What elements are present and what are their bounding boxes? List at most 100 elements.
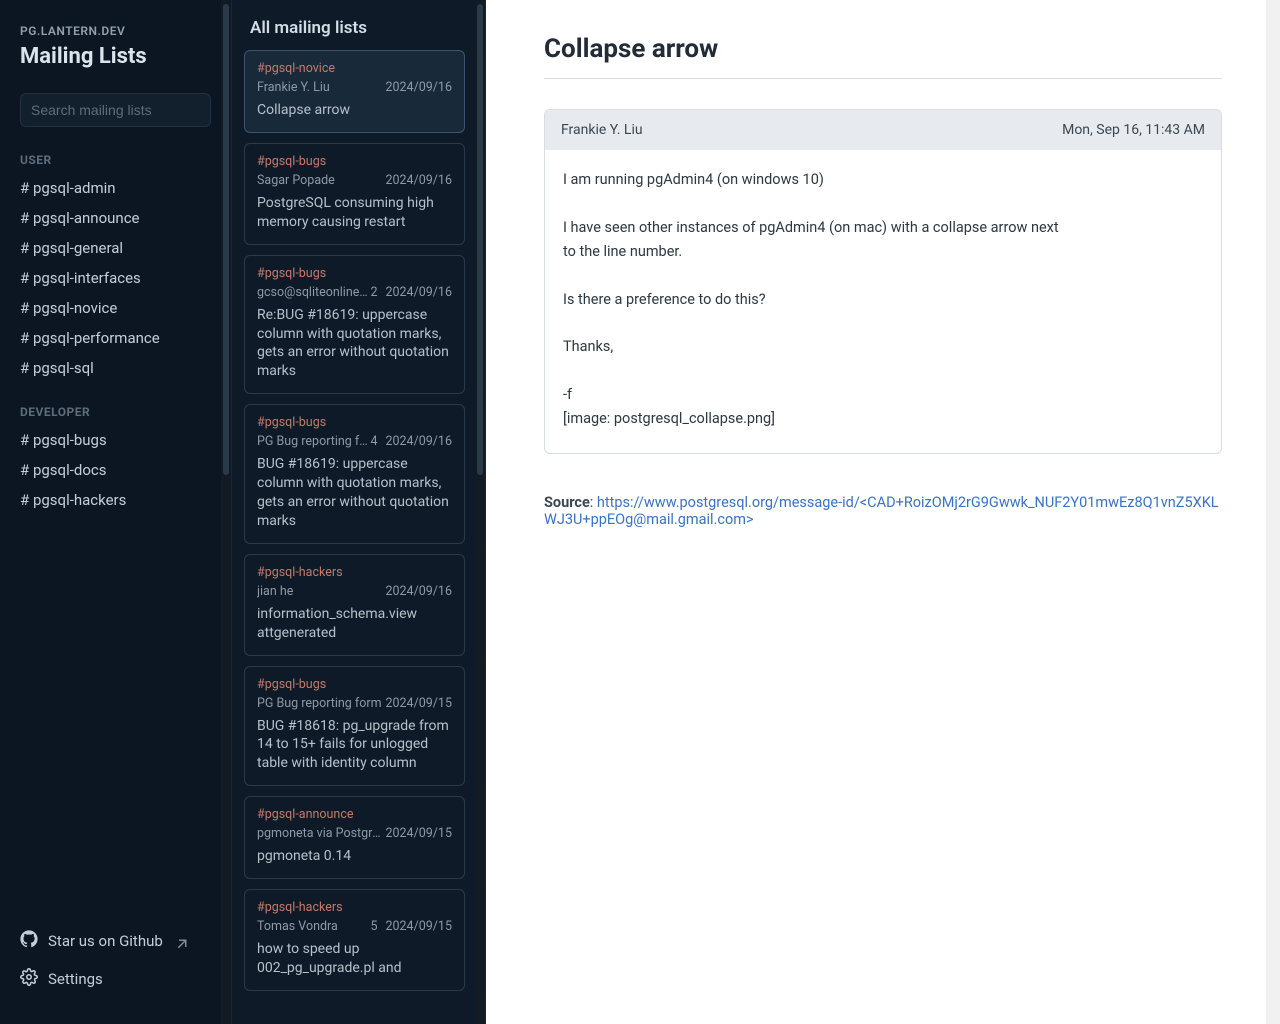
thread-right: 5 2024/09/15 [370, 919, 452, 934]
thread-tag: #pgsql-hackers [257, 900, 452, 915]
thread-count: 2 [370, 285, 377, 300]
sidebar-item[interactable]: # pgsql-docs [0, 455, 231, 485]
thread-meta: PG Bug reporting form2024/09/15 [257, 696, 452, 711]
thread-right: 2024/09/15 [385, 696, 452, 711]
sidebar-scrollbar[interactable] [221, 0, 231, 1024]
github-icon [20, 930, 38, 952]
thread-card[interactable]: #pgsql-hackers jian he 2024/09/16 informati… [244, 554, 465, 656]
thread-from: Tomas Vondra [257, 919, 338, 934]
thread-meta: Frankie Y. Liu 2024/09/16 [257, 80, 452, 95]
thread-tag: #pgsql-bugs [257, 266, 452, 281]
thread-from: PG Bug reporting form [257, 696, 382, 711]
nav-section-label: USER [0, 145, 231, 171]
thread-date: 2024/09/15 [385, 696, 452, 711]
source-label: Source [544, 494, 590, 511]
thread-right: 2024/09/16 [385, 80, 452, 95]
thread-tag: #pgsql-bugs [257, 677, 452, 692]
sidebar-item[interactable]: # pgsql-announce [0, 203, 231, 233]
source-line: Source: https://www.postgresql.org/messa… [544, 494, 1222, 528]
thread-from: pgmoneta via PostgreSQL Announce [257, 826, 385, 841]
main-scrollbar[interactable] [1266, 0, 1280, 1024]
thread-card[interactable]: #pgsql-bugs gcso@sqliteonline.com2 2024/09… [244, 255, 465, 395]
sidebar-item[interactable]: # pgsql-performance [0, 323, 231, 353]
thread-date: 2024/09/16 [385, 584, 452, 599]
thread-right: 4 2024/09/16 [370, 434, 452, 449]
sidebar-item[interactable]: # pgsql-hackers [0, 485, 231, 515]
thread-right: 2024/09/16 [385, 584, 452, 599]
thread-from: jian he [257, 584, 293, 599]
nav-section-label: DEVELOPER [0, 397, 231, 423]
thread-date: 2024/09/15 [385, 919, 452, 934]
threads-header: All mailing lists [232, 18, 485, 48]
thread-count: 5 [370, 919, 377, 934]
thread-date: 2024/09/16 [385, 80, 452, 95]
thread-column: All mailing lists #pgsql-novice Frankie Y… [232, 0, 486, 1024]
sidebar-item[interactable]: # pgsql-bugs [0, 425, 231, 455]
thread-subject: pgmoneta 0.14 [257, 847, 452, 866]
thread-card[interactable]: #pgsql-bugs PG Bug reporting form4 2024/09… [244, 404, 465, 544]
thread-meta: pgmoneta via PostgreSQL Announce2024/09/… [257, 826, 452, 841]
thread-tag: #pgsql-bugs [257, 415, 452, 430]
thread-date: 2024/09/15 [385, 826, 452, 841]
threads-scrollbar[interactable] [475, 0, 485, 1024]
thread-meta: Sagar Popade 2024/09/16 [257, 173, 452, 188]
thread-subject: PostgreSQL consuming high memory causing… [257, 194, 452, 232]
thread-meta: PG Bug reporting form4 2024/09/16 [257, 434, 452, 449]
search-input[interactable] [31, 102, 212, 118]
thread-card[interactable]: #pgsql-bugs PG Bug reporting form2024/09/… [244, 666, 465, 787]
thread-date: 2024/09/16 [385, 285, 452, 300]
message-header: Frankie Y. Liu Mon, Sep 16, 11:43 AM [545, 110, 1221, 150]
github-link[interactable]: Star us on Github [20, 922, 211, 960]
thread-subject: Collapse arrow [257, 101, 452, 120]
thread-subject: how to speed up 002_pg_upgrade.pl and [257, 940, 452, 978]
settings-label: Settings [48, 970, 103, 988]
sidebar-item[interactable]: # pgsql-sql [0, 353, 231, 383]
thread-from: Frankie Y. Liu [257, 80, 330, 95]
thread-card[interactable]: #pgsql-hackers Tomas Vondra 5 2024/09/15 how… [244, 889, 465, 991]
thread-title: Collapse arrow [544, 34, 1222, 79]
message-date: Mon, Sep 16, 11:43 AM [1062, 122, 1205, 138]
thread-subject: Re:BUG #18619: uppercase column with quo… [257, 306, 452, 382]
thread-card[interactable]: #pgsql-novice Frankie Y. Liu 2024/09/16 Col… [244, 50, 465, 133]
sidebar-item[interactable]: # pgsql-novice [0, 293, 231, 323]
sidebar-footer: Star us on Github Settings [0, 922, 231, 1006]
sidebar-item[interactable]: # pgsql-admin [0, 173, 231, 203]
thread-subject: BUG #18618: pg_upgrade from 14 to 15+ fa… [257, 717, 452, 774]
main-pane: Collapse arrow Frankie Y. Liu Mon, Sep 1… [486, 0, 1280, 1024]
gear-icon [20, 968, 38, 990]
external-link-icon [173, 935, 185, 947]
thread-meta: jian he 2024/09/16 [257, 584, 452, 599]
thread-right: 2 2024/09/16 [370, 285, 452, 300]
site-name: PG.LANTERN.DEV [20, 24, 211, 38]
thread-subject: BUG #18619: uppercase column with quotat… [257, 455, 452, 531]
thread-card[interactable]: #pgsql-announce pgmoneta via PostgreSQL A… [244, 796, 465, 879]
thread-date: 2024/09/16 [385, 434, 452, 449]
thread-meta: gcso@sqliteonline.com2 2024/09/16 [257, 285, 452, 300]
thread-tag: #pgsql-novice [257, 61, 452, 76]
thread-from: PG Bug reporting form [257, 434, 370, 449]
thread-right: 2024/09/15 [385, 826, 452, 841]
sidebar-item[interactable]: # pgsql-general [0, 233, 231, 263]
message-card: Frankie Y. Liu Mon, Sep 16, 11:43 AM I a… [544, 109, 1222, 454]
thread-tag: #pgsql-hackers [257, 565, 452, 580]
message-from: Frankie Y. Liu [561, 122, 643, 138]
sidebar-item[interactable]: # pgsql-interfaces [0, 263, 231, 293]
thread-from: Sagar Popade [257, 173, 335, 188]
thread-meta: Tomas Vondra 5 2024/09/15 [257, 919, 452, 934]
message-body: I am running pgAdmin4 (on windows 10) I … [545, 150, 1221, 453]
brand-block: PG.LANTERN.DEV Mailing Lists [0, 24, 231, 83]
page-title: Mailing Lists [20, 44, 211, 69]
thread-count: 4 [370, 434, 377, 449]
thread-subject: information_schema.view attgenerated [257, 605, 452, 643]
sidebar: PG.LANTERN.DEV Mailing Lists USER# pgsql… [0, 0, 232, 1024]
source-link[interactable]: https://www.postgresql.org/message-id/<C… [544, 494, 1219, 528]
thread-card[interactable]: #pgsql-bugsSagar Popade2024/09/16Postgre… [244, 143, 465, 245]
thread-date: 2024/09/16 [385, 173, 452, 188]
search-box[interactable] [20, 93, 211, 127]
thread-tag: #pgsql-announce [257, 807, 452, 822]
thread-from: gcso@sqliteonline.com [257, 285, 370, 300]
settings-link[interactable]: Settings [20, 960, 211, 998]
thread-right: 2024/09/16 [385, 173, 452, 188]
search-wrap [0, 83, 231, 145]
github-label: Star us on Github [48, 932, 163, 950]
